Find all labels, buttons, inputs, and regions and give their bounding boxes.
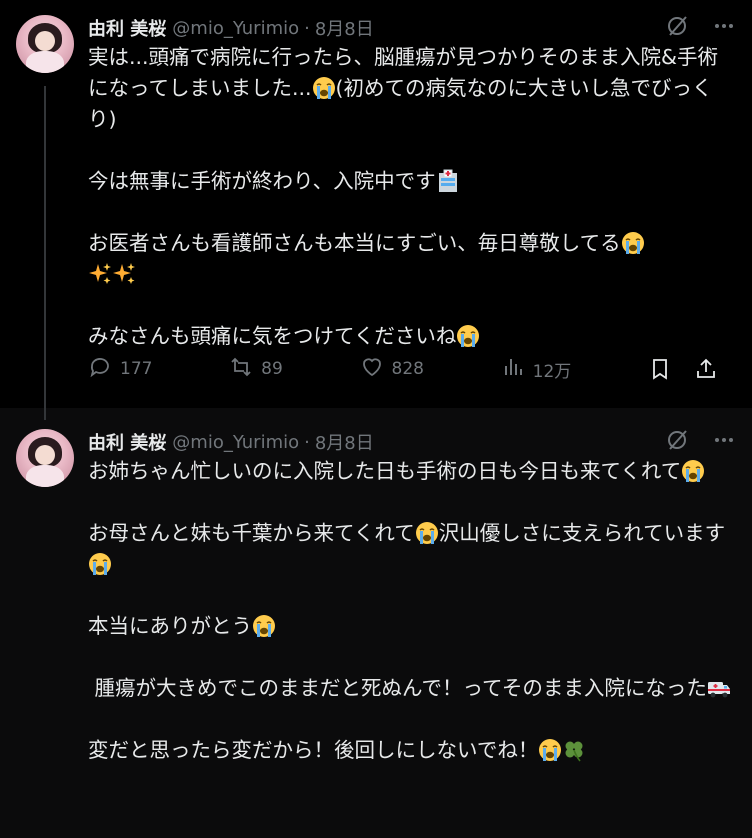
text-segment: みなさんも頭痛に気をつけてくださいね: [88, 324, 457, 348]
repost-count: 89: [261, 359, 283, 379]
bookmark-icon[interactable]: [648, 357, 672, 381]
text-segment: お姉ちゃん忙しいのに入院した日も手術の日も今日も来てくれて: [88, 459, 682, 483]
tweet-2[interactable]: 由利 美桜 @mio_Yurimio · 8月8日 お姉ちゃん忙しいのに入院した…: [0, 408, 752, 838]
like-icon: [360, 355, 384, 384]
sparkles-icon: [112, 262, 136, 286]
text-segment: 腫瘍が大きめでこのままだと死ぬんで！ってそのまま入院になった: [94, 676, 707, 700]
like-count: 828: [391, 359, 424, 379]
thread-line: [44, 408, 46, 420]
tweet-date[interactable]: 8月8日: [315, 15, 374, 41]
tweet-text: 実は...頭痛で病院に行ったら、脳腫瘍が見つかりそのまま入院&手術になってしまい…: [88, 42, 736, 352]
text-segment: お医者さんも看護師さんも本当にすごい、毎日尊敬してる: [88, 231, 621, 255]
more-icon[interactable]: [712, 14, 736, 43]
reply-icon: [88, 355, 112, 384]
views-icon: [501, 355, 525, 384]
repost-icon: [229, 355, 253, 384]
views-count: 12万: [532, 361, 572, 382]
views-button[interactable]: 12万: [501, 355, 572, 384]
loudly-crying-face-icon: [88, 552, 112, 576]
loudly-crying-face-icon: [312, 76, 336, 100]
text-segment: 沢山優しさに支えられています: [438, 521, 726, 545]
avatar[interactable]: [16, 429, 74, 487]
tweet-date[interactable]: 8月8日: [315, 429, 374, 455]
loudly-crying-face-icon: [681, 459, 705, 483]
tweet-header: 由利 美桜 @mio_Yurimio · 8月8日: [88, 428, 736, 456]
author-handle[interactable]: @mio_Yurimio: [172, 18, 299, 39]
grok-icon[interactable]: [666, 428, 690, 457]
text-segment: お母さんと妹も千葉から来てくれて: [88, 521, 415, 545]
ambulance-icon: [707, 676, 731, 700]
share-icon[interactable]: [694, 357, 718, 381]
tweet-text: お姉ちゃん忙しいのに入院した日も手術の日も今日も来てくれて お母さんと妹も千葉か…: [88, 456, 736, 766]
loudly-crying-face-icon: [252, 614, 276, 638]
avatar[interactable]: [16, 15, 74, 73]
like-button[interactable]: 828: [360, 355, 424, 384]
grok-icon[interactable]: [666, 14, 690, 43]
loudly-crying-face-icon: [415, 521, 439, 545]
loudly-crying-face-icon: [621, 231, 645, 255]
more-icon[interactable]: [712, 428, 736, 457]
reply-count: 177: [120, 359, 153, 379]
author-name[interactable]: 由利 美桜: [88, 429, 166, 455]
hospital-icon: [436, 169, 460, 193]
tweet-body: 由利 美桜 @mio_Yurimio · 8月8日 実は...頭痛で病院に行った…: [88, 14, 736, 352]
tweet-body: 由利 美桜 @mio_Yurimio · 8月8日 お姉ちゃん忙しいのに入院した…: [88, 428, 736, 766]
reply-button[interactable]: 177: [88, 355, 152, 384]
tweet-actions: 177 89 828 12万: [88, 352, 718, 386]
sparkles-icon: [88, 262, 112, 286]
thread-line: [44, 86, 46, 408]
author-name[interactable]: 由利 美桜: [88, 15, 166, 41]
separator: ·: [304, 17, 310, 39]
author-handle[interactable]: @mio_Yurimio: [172, 432, 299, 453]
loudly-crying-face-icon: [538, 738, 562, 762]
tweet-1[interactable]: 由利 美桜 @mio_Yurimio · 8月8日 実は...頭痛で病院に行った…: [0, 0, 752, 408]
text-segment: 本当にありがとう: [88, 614, 252, 638]
text-segment: 変だと思ったら変だから！後回しにしないでね！: [88, 738, 539, 762]
tweet-header: 由利 美桜 @mio_Yurimio · 8月8日: [88, 14, 736, 42]
loudly-crying-face-icon: [456, 324, 480, 348]
four-leaf-clover-icon: [562, 738, 586, 762]
repost-button[interactable]: 89: [229, 355, 283, 384]
separator: ·: [304, 431, 310, 453]
